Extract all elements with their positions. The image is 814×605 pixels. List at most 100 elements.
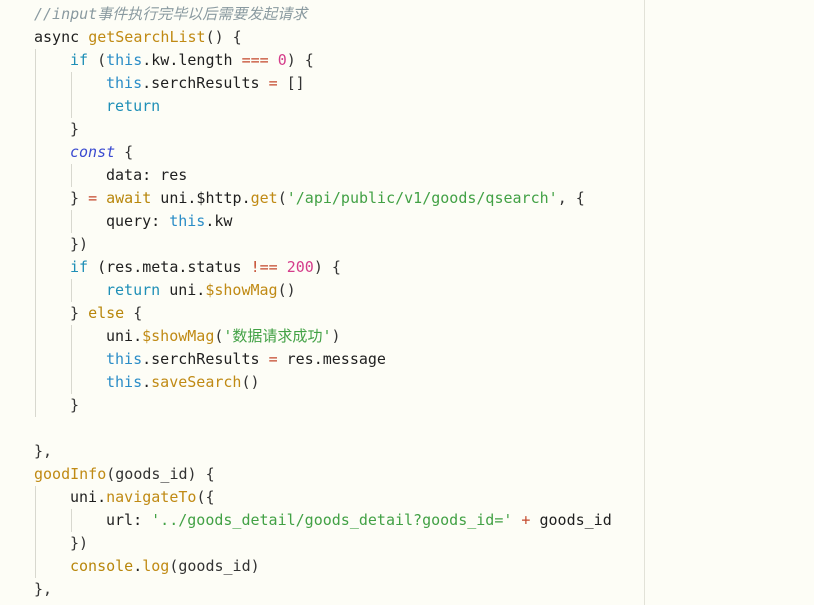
code-token: () bbox=[277, 281, 296, 299]
indent-guide bbox=[35, 509, 36, 532]
code-line[interactable]: } bbox=[34, 394, 642, 417]
indent-guide bbox=[35, 256, 36, 279]
indent-guide bbox=[35, 72, 36, 95]
code-line[interactable]: return uni.$showMag() bbox=[34, 279, 642, 302]
code-token: .serchResults bbox=[142, 350, 269, 368]
code-token: $showMag bbox=[142, 327, 215, 345]
indent-guide bbox=[35, 302, 36, 325]
code-token: } bbox=[70, 189, 89, 207]
indent-guide bbox=[35, 555, 36, 578]
code-line[interactable]: uni.navigateTo({ bbox=[34, 486, 642, 509]
code-token: .serchResults bbox=[142, 74, 269, 92]
code-line[interactable]: url: '../goods_detail/goods_detail?goods… bbox=[34, 509, 642, 532]
code-line-text: }) bbox=[70, 532, 88, 555]
code-token: = bbox=[268, 350, 278, 368]
indent-guide bbox=[71, 210, 72, 233]
code-line[interactable]: if (this.kw.length === 0) { bbox=[34, 49, 642, 72]
code-line-text: } else { bbox=[70, 302, 142, 325]
code-token: this bbox=[106, 373, 143, 391]
code-line[interactable]: return bbox=[34, 95, 642, 118]
code-token: ( bbox=[88, 51, 107, 69]
code-line-text: this.saveSearch() bbox=[106, 371, 260, 394]
code-token: } bbox=[70, 120, 80, 138]
code-token: $showMag bbox=[205, 281, 278, 299]
code-token: this bbox=[106, 51, 143, 69]
code-token: res.message bbox=[277, 350, 386, 368]
code-token: get bbox=[250, 189, 278, 207]
code-token: await bbox=[106, 189, 152, 207]
indent-guide bbox=[35, 486, 36, 509]
code-line[interactable]: this.saveSearch() bbox=[34, 371, 642, 394]
code-line-text: this.serchResults = [] bbox=[106, 72, 305, 95]
code-line[interactable]: }) bbox=[34, 233, 642, 256]
print-margin-ruler bbox=[644, 0, 645, 605]
code-token: goodInfo bbox=[34, 465, 107, 483]
code-token: uni. bbox=[70, 488, 107, 506]
code-line[interactable]: this.serchResults = [] bbox=[34, 72, 642, 95]
code-token: url: bbox=[106, 511, 152, 529]
code-token: ) { bbox=[286, 51, 314, 69]
code-token: () bbox=[241, 373, 260, 391]
code-line[interactable]: uni.$showMag('数据请求成功') bbox=[34, 325, 642, 348]
indent-guide bbox=[35, 187, 36, 210]
code-token: . bbox=[142, 373, 152, 391]
code-line[interactable]: }) bbox=[34, 532, 642, 555]
code-line[interactable]: query: this.kw bbox=[34, 210, 642, 233]
code-editor[interactable]: //input事件执行完毕以后需要发起请求 async getSearchList… bbox=[0, 0, 814, 605]
code-line[interactable]: console.log(goods_id) bbox=[34, 555, 642, 578]
code-token: //input事件执行完毕以后需要发起请求 bbox=[34, 5, 308, 23]
code-token: data: res bbox=[106, 166, 188, 184]
code-line-text: if (res.meta.status !== 200) { bbox=[70, 256, 341, 279]
code-token: }) bbox=[70, 235, 89, 253]
code-token: ) { bbox=[313, 258, 341, 276]
code-token: === bbox=[241, 51, 269, 69]
code-token: { bbox=[115, 143, 134, 161]
indent-guide bbox=[35, 279, 36, 302]
code-line[interactable]: data: res bbox=[34, 164, 642, 187]
code-token: { bbox=[124, 304, 143, 322]
code-token: = bbox=[88, 189, 98, 207]
code-token: query: bbox=[106, 212, 170, 230]
code-token: goods_id bbox=[530, 511, 612, 529]
code-line[interactable]: const { bbox=[34, 141, 642, 164]
code-line[interactable]: } bbox=[34, 118, 642, 141]
code-line[interactable]: }, bbox=[34, 440, 642, 463]
code-line[interactable]: }, bbox=[34, 578, 642, 601]
code-area[interactable]: //input事件执行完毕以后需要发起请求 async getSearchList… bbox=[34, 3, 642, 601]
code-line[interactable]: //input事件执行完毕以后需要发起请求 bbox=[34, 3, 642, 26]
code-line-text: } = await uni.$http.get('/api/public/v1/… bbox=[70, 187, 585, 210]
code-token: . bbox=[133, 557, 143, 575]
code-token: log bbox=[142, 557, 170, 575]
indent-guide bbox=[71, 509, 72, 532]
code-line[interactable]: async getSearchList() { bbox=[34, 26, 642, 49]
code-token: if bbox=[70, 258, 89, 276]
code-token: ({ bbox=[196, 488, 215, 506]
code-line[interactable]: this.serchResults = res.message bbox=[34, 348, 642, 371]
code-line-text: const { bbox=[70, 141, 133, 164]
code-line[interactable]: goodInfo(goods_id) { bbox=[34, 463, 642, 486]
indent-guide bbox=[71, 279, 72, 302]
indent-guide bbox=[71, 164, 72, 187]
code-token: else bbox=[88, 304, 125, 322]
code-token: 200 bbox=[286, 258, 314, 276]
code-line-text: console.log(goods_id) bbox=[70, 555, 260, 578]
code-line-text: query: this.kw bbox=[106, 210, 232, 233]
indent-guide bbox=[71, 348, 72, 371]
indent-guide bbox=[35, 394, 36, 417]
indent-guide bbox=[71, 72, 72, 95]
code-line-text: uni.navigateTo({ bbox=[70, 486, 215, 509]
code-token: getSearchList bbox=[88, 28, 206, 46]
code-line[interactable]: } else { bbox=[34, 302, 642, 325]
code-line-text: return uni.$showMag() bbox=[106, 279, 296, 302]
code-token: .kw.length bbox=[142, 51, 242, 69]
code-line[interactable]: } = await uni.$http.get('/api/public/v1/… bbox=[34, 187, 642, 210]
code-line[interactable]: if (res.meta.status !== 200) { bbox=[34, 256, 642, 279]
code-line[interactable] bbox=[34, 417, 642, 440]
code-token: return bbox=[106, 281, 161, 299]
code-token: const bbox=[70, 143, 116, 161]
code-token: this bbox=[106, 74, 143, 92]
code-token: ( bbox=[277, 189, 287, 207]
code-token: this bbox=[169, 212, 206, 230]
code-token: , { bbox=[557, 189, 585, 207]
indent-guide bbox=[35, 348, 36, 371]
